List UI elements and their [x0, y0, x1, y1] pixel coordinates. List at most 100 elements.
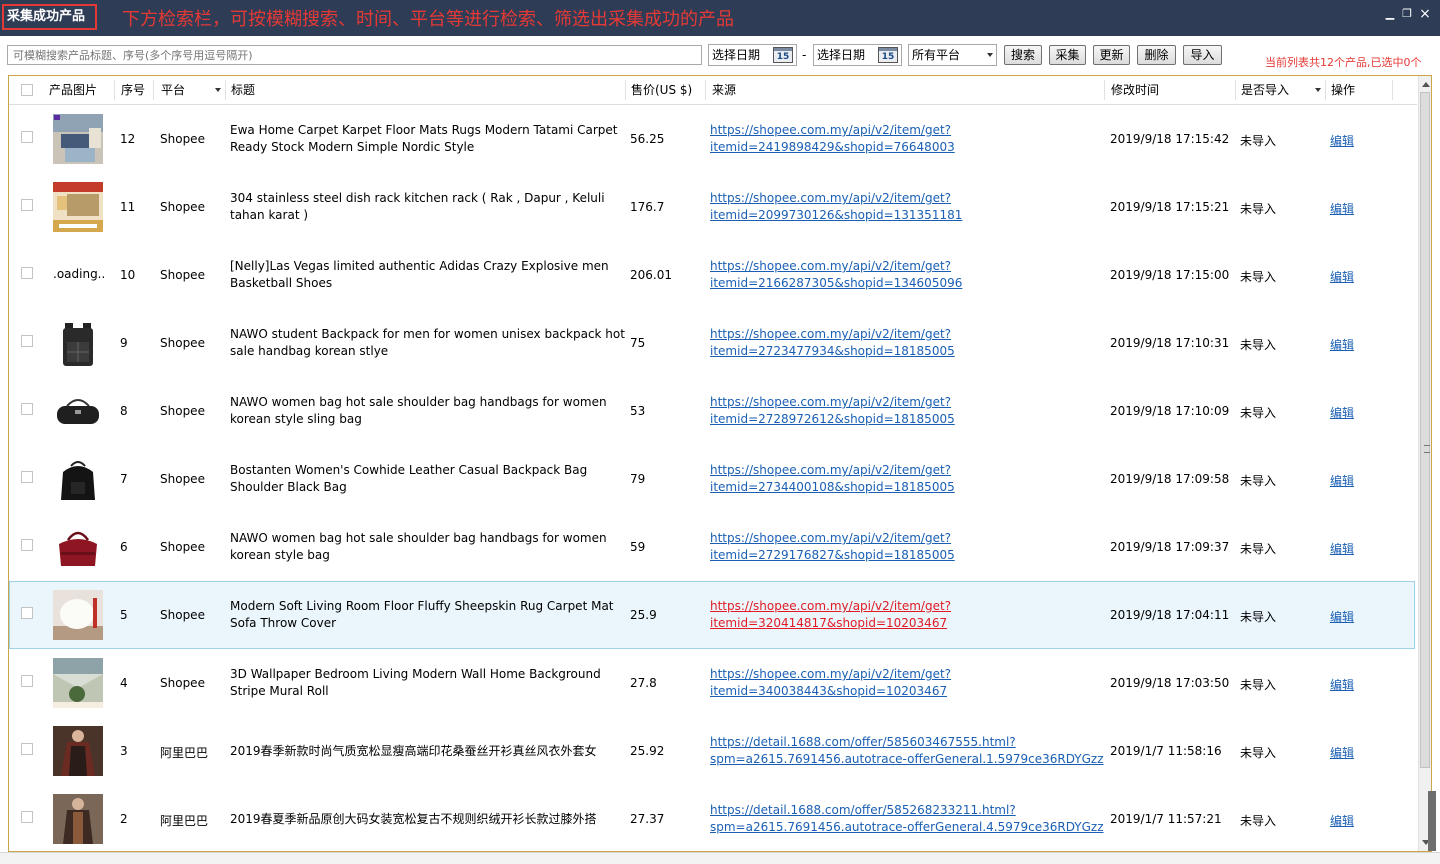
start-date-picker[interactable]: 选择日期 15 — [708, 44, 797, 66]
row-imported: 未导入 — [1240, 202, 1277, 216]
row-checkbox[interactable] — [21, 199, 33, 211]
row-source-link[interactable]: itemid=2723477934&shopid=18185005 — [710, 343, 955, 360]
calendar-icon[interactable]: 15 — [773, 47, 793, 63]
table-row[interactable]: 6 Shopee NAWO women bag hot sale shoulde… — [9, 513, 1415, 581]
edit-link[interactable]: 编辑 — [1330, 336, 1354, 353]
row-source-link[interactable]: itemid=2419898429&shopid=76648003 — [710, 139, 955, 156]
platform-select[interactable]: 所有平台 — [908, 44, 997, 66]
table-row[interactable]: 8 Shopee NAWO women bag hot sale shoulde… — [9, 377, 1415, 445]
end-date-label: 选择日期 — [817, 48, 866, 62]
table-row[interactable]: 12 Shopee Ewa Home Carpet Karpet Floor M… — [9, 105, 1415, 173]
header-source[interactable]: 来源 — [712, 76, 736, 104]
delete-button[interactable]: 删除 — [1137, 45, 1176, 65]
platform-filter-icon[interactable] — [215, 88, 221, 92]
scrollbar-thumb[interactable] — [1420, 92, 1430, 768]
table-row[interactable]: .oading.. 10 Shopee [Nelly]Las Vegas lim… — [9, 241, 1415, 309]
edit-link[interactable]: 编辑 — [1330, 268, 1354, 285]
row-source-link[interactable]: https://shopee.com.my/api/v2/item/get? — [710, 666, 951, 683]
header-modified[interactable]: 修改时间 — [1111, 76, 1159, 104]
row-source-link[interactable]: https://shopee.com.my/api/v2/item/get? — [710, 462, 951, 479]
row-imported: 未导入 — [1240, 610, 1277, 624]
row-checkbox[interactable] — [21, 743, 33, 755]
row-checkbox[interactable] — [21, 131, 33, 143]
row-source-link[interactable]: https://shopee.com.my/api/v2/item/get? — [710, 530, 951, 547]
row-source-link[interactable]: https://shopee.com.my/api/v2/item/get? — [710, 122, 951, 139]
row-source-link[interactable]: https://detail.1688.com/offer/5852682332… — [710, 802, 1016, 819]
header-title[interactable]: 标题 — [231, 76, 255, 104]
update-button[interactable]: 更新 — [1093, 45, 1130, 65]
product-thumbnail — [53, 590, 103, 640]
row-checkbox[interactable] — [21, 267, 33, 279]
edit-link[interactable]: 编辑 — [1330, 404, 1354, 421]
edit-link[interactable]: 编辑 — [1330, 540, 1354, 557]
edit-link[interactable]: 编辑 — [1330, 812, 1354, 829]
row-checkbox[interactable] — [21, 403, 33, 415]
row-title: Modern Soft Living Room Floor Fluffy She… — [230, 599, 614, 630]
row-source-link[interactable]: spm=a2615.7691456.autotrace-offerGeneral… — [710, 819, 1104, 836]
row-source-link[interactable]: itemid=2166287305&shopid=134605096 — [710, 275, 962, 292]
header-price[interactable]: 售价(US $) — [631, 76, 692, 104]
header-platform[interactable]: 平台 — [161, 76, 185, 104]
row-checkbox[interactable] — [21, 811, 33, 823]
header-imported[interactable]: 是否导入 — [1241, 76, 1289, 104]
row-price: 25.92 — [630, 744, 665, 758]
row-checkbox[interactable] — [21, 335, 33, 347]
row-source-link[interactable]: itemid=2728972612&shopid=18185005 — [710, 411, 955, 428]
minimize-icon[interactable]: ▁ — [1383, 7, 1397, 21]
restore-icon[interactable]: ❐ — [1400, 7, 1414, 21]
row-checkbox[interactable] — [21, 539, 33, 551]
row-source-link[interactable]: https://shopee.com.my/api/v2/item/get? — [710, 190, 951, 207]
header-index[interactable]: 序号 — [121, 76, 145, 104]
row-source-link[interactable]: itemid=340038443&shopid=10203467 — [710, 683, 947, 700]
select-all-checkbox[interactable] — [21, 84, 33, 96]
row-platform: Shopee — [160, 268, 205, 282]
row-platform: Shopee — [160, 132, 205, 146]
search-input[interactable] — [7, 45, 702, 65]
row-platform: 阿里巴巴 — [160, 814, 209, 828]
table-row-selected[interactable]: 5 Shopee Modern Soft Living Room Floor F… — [9, 581, 1415, 649]
row-modified: 2019/9/18 17:15:00 — [1110, 268, 1230, 282]
row-source-link[interactable]: https://shopee.com.my/api/v2/item/get? — [710, 326, 951, 343]
edit-link[interactable]: 编辑 — [1330, 472, 1354, 489]
row-source-link[interactable]: itemid=2099730126&shopid=131351181 — [710, 207, 962, 224]
import-button[interactable]: 导入 — [1183, 45, 1222, 65]
row-source-link[interactable]: https://shopee.com.my/api/v2/item/get? — [710, 258, 951, 275]
edit-link[interactable]: 编辑 — [1330, 132, 1354, 149]
header-action: 操作 — [1331, 83, 1356, 97]
edit-link[interactable]: 编辑 — [1330, 744, 1354, 761]
table-row[interactable]: 3 阿里巴巴 2019春季新款时尚气质宽松显瘦高端印花桑蚕丝开衫真丝风衣外套女 … — [9, 717, 1415, 785]
edit-link[interactable]: 编辑 — [1330, 200, 1354, 217]
row-source-link[interactable]: itemid=2734400108&shopid=18185005 — [710, 479, 955, 496]
row-source-link[interactable]: https://detail.1688.com/offer/5856034675… — [710, 734, 1016, 751]
table-row[interactable]: 2 阿里巴巴 2019春夏季新品原创大码女装宽松复古不规则织绒开衫长款过膝外搭 … — [9, 785, 1415, 851]
table-row[interactable]: 7 Shopee Bostanten Women's Cowhide Leath… — [9, 445, 1415, 513]
row-price: 75 — [630, 336, 646, 350]
table-row[interactable]: 11 Shopee 304 stainless steel dish rack … — [9, 173, 1415, 241]
row-price: 27.37 — [630, 812, 665, 826]
close-icon[interactable]: × — [1418, 7, 1432, 21]
row-source-link[interactable]: spm=a2615.7691456.autotrace-offerGeneral… — [710, 751, 1104, 768]
row-checkbox[interactable] — [21, 607, 33, 619]
outer-scrollbar-thumb[interactable] — [1428, 791, 1436, 851]
row-source-link[interactable]: https://shopee.com.my/api/v2/item/get? — [710, 598, 951, 615]
row-checkbox[interactable] — [21, 675, 33, 687]
window-title: 采集成功产品 — [2, 4, 97, 30]
table-row[interactable]: 9 Shopee NAWO student Backpack for men f… — [9, 309, 1415, 377]
row-source-link[interactable]: https://shopee.com.my/api/v2/item/get? — [710, 394, 951, 411]
calendar-icon[interactable]: 15 — [878, 47, 898, 63]
table-row[interactable]: 4 Shopee 3D Wallpaper Bedroom Living Mod… — [9, 649, 1415, 717]
vertical-scrollbar[interactable] — [1418, 76, 1431, 851]
row-price: 27.8 — [630, 676, 657, 690]
row-checkbox[interactable] — [21, 471, 33, 483]
edit-link[interactable]: 编辑 — [1330, 676, 1354, 693]
row-title: NAWO student Backpack for men for women … — [230, 327, 625, 358]
scroll-up-icon[interactable] — [1422, 82, 1430, 87]
collect-button[interactable]: 采集 — [1049, 45, 1086, 65]
imported-filter-icon[interactable] — [1315, 88, 1321, 92]
search-button[interactable]: 搜索 — [1004, 45, 1042, 65]
row-source-link[interactable]: itemid=2729176827&shopid=18185005 — [710, 547, 955, 564]
row-source-link[interactable]: itemid=320414817&shopid=10203467 — [710, 615, 947, 632]
edit-link[interactable]: 编辑 — [1330, 608, 1354, 625]
start-date-label: 选择日期 — [712, 48, 761, 62]
end-date-picker[interactable]: 选择日期 15 — [813, 44, 902, 66]
